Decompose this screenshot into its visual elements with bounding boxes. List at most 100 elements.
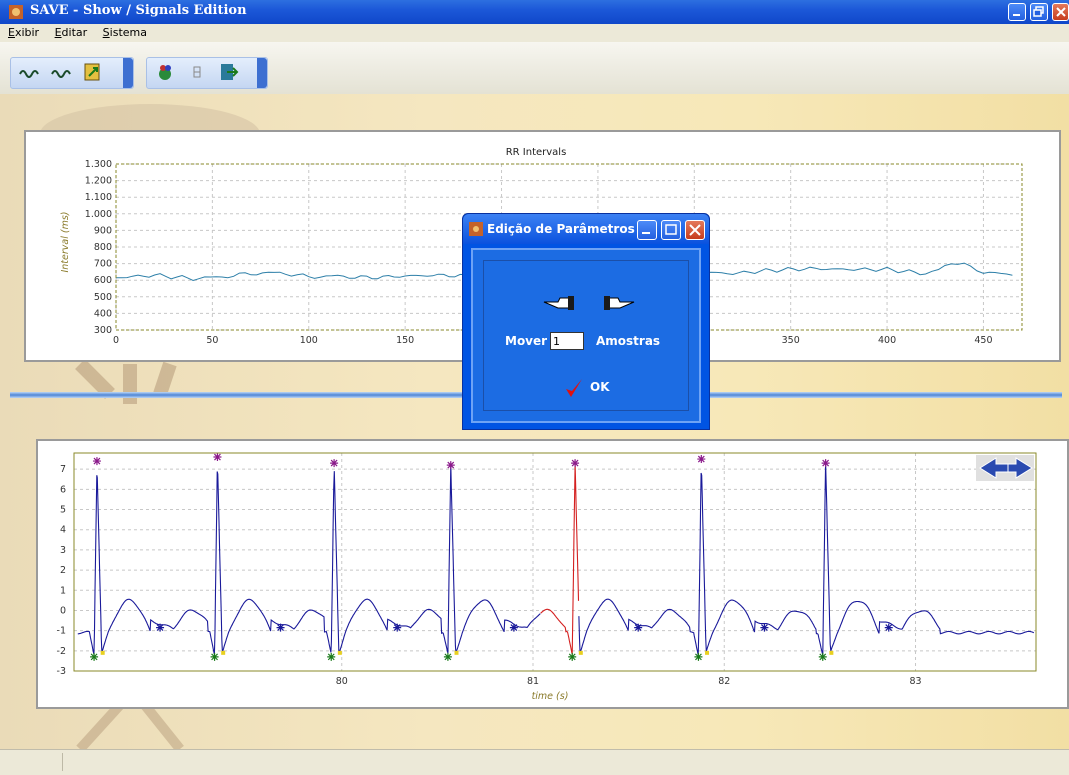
toolbar-group-2 <box>146 57 268 89</box>
ecg-x-tick-label: 80 <box>336 676 348 687</box>
exit-icon[interactable] <box>217 60 241 84</box>
r-peak-marker <box>697 455 706 464</box>
dialog-body: Mover Amostras OK <box>471 248 701 423</box>
ecg-x-tick-label: 82 <box>718 676 730 687</box>
menu-sistema[interactable]: Sistema <box>103 24 147 42</box>
signals-icon[interactable] <box>49 60 73 84</box>
rr-x-tick-label: 50 <box>206 335 218 346</box>
ecg-y-ticks: 7 6 5 4 3 2 1 0 -1 -2 -3 <box>57 464 66 677</box>
pause-icon[interactable] <box>185 60 209 84</box>
q-valley-marker-shape <box>327 652 336 661</box>
ecg-edited-segment <box>540 463 580 655</box>
ecg-y-tick-label: -2 <box>57 646 66 657</box>
q-valley-marker-shape <box>210 652 219 661</box>
rr-chart-title: RR Intervals <box>506 147 567 158</box>
parameter-edit-dialog: Edição de Parâmetros Mover Amostras <box>462 213 710 430</box>
s-point-marker <box>578 650 583 655</box>
ecg-markers <box>90 453 893 661</box>
ecg-y-tick-label: 5 <box>60 505 66 516</box>
ecg-signal-line <box>578 462 1035 656</box>
r-peak-marker <box>213 453 222 462</box>
t-end-marker <box>634 623 643 632</box>
t-end-marker-shape <box>393 623 402 632</box>
app-icon <box>9 5 23 19</box>
r-peak-marker-shape <box>330 459 339 468</box>
dialog-title: Edição de Parâmetros <box>487 222 635 236</box>
t-end-marker-shape <box>760 623 769 632</box>
ok-label: OK <box>590 380 610 394</box>
ecg-y-tick-label: 7 <box>60 464 66 475</box>
t-end-marker-shape <box>509 623 518 632</box>
close-button[interactable] <box>1052 3 1069 21</box>
rr-y-tick-label: 1.100 <box>85 192 112 203</box>
ecg-y-tick-label: 0 <box>60 605 66 616</box>
restore-icon <box>1033 6 1044 17</box>
rr-x-tick-label: 350 <box>782 335 800 346</box>
menu-exibir[interactable]: Exibir <box>8 24 39 42</box>
q-valley-marker-shape <box>694 652 703 661</box>
bug-icon[interactable] <box>153 60 177 84</box>
rr-y-tick-label: 900 <box>94 225 112 236</box>
toolbar <box>0 42 1069 94</box>
t-end-marker <box>156 623 165 632</box>
dialog-minimize-button[interactable] <box>637 220 657 240</box>
menu-editar[interactable]: Editar <box>55 24 88 42</box>
ecg-chart[interactable]: 7 6 5 4 3 2 1 0 -1 -2 -3 80 81 82 83 time (s) <box>38 441 1067 707</box>
ecg-y-tick-label: -1 <box>57 626 66 637</box>
r-peak-marker <box>446 461 455 470</box>
menubar: Exibir Editar Sistema <box>0 24 1069 42</box>
rr-x-tick-label: 400 <box>878 335 896 346</box>
s-point-marker <box>221 650 226 655</box>
move-samples-input[interactable] <box>550 332 584 350</box>
q-valley-marker <box>568 652 577 661</box>
q-valley-marker <box>210 652 219 661</box>
dialog-close-button[interactable] <box>685 220 705 240</box>
signals-icon[interactable] <box>17 60 41 84</box>
ok-button[interactable]: OK <box>564 377 624 401</box>
ecg-y-tick-label: 6 <box>60 484 66 495</box>
toolbar-group-1 <box>10 57 134 89</box>
close-icon <box>689 224 701 236</box>
rr-y-axis-label: Interval (ms) <box>60 211 71 272</box>
ecg-x-tick-label: 83 <box>909 676 921 687</box>
s-point-marker <box>100 650 105 655</box>
q-valley-marker <box>818 652 827 661</box>
ecg-x-ticks: 80 81 82 83 <box>336 676 922 687</box>
restore-button[interactable] <box>1030 3 1048 21</box>
t-end-marker-shape <box>276 623 285 632</box>
minimize-icon <box>1013 14 1020 16</box>
toolbar-dropdown[interactable] <box>123 58 133 88</box>
r-peak-marker <box>330 459 339 468</box>
r-peak-marker-shape <box>213 453 222 462</box>
dialog-titlebar[interactable]: Edição de Parâmetros <box>463 214 709 244</box>
export-icon[interactable] <box>81 60 105 84</box>
t-end-marker <box>760 623 769 632</box>
s-point-marker <box>705 650 710 655</box>
ecg-panel: 7 6 5 4 3 2 1 0 -1 -2 -3 80 81 82 83 time (s) <box>36 439 1069 709</box>
window-titlebar[interactable]: SAVE - Show / Signals Edition <box>0 0 1069 24</box>
pointing-left-hand-icon[interactable] <box>542 294 576 312</box>
s-point-marker <box>337 650 342 655</box>
s-point-marker <box>454 650 459 655</box>
maximize-icon <box>665 224 677 235</box>
minimize-button[interactable] <box>1008 3 1026 21</box>
pointing-right-hand-icon[interactable] <box>602 294 636 312</box>
toolbar-dropdown[interactable] <box>257 58 267 88</box>
q-valley-marker <box>443 652 452 661</box>
t-end-marker <box>393 623 402 632</box>
s-point-marker <box>829 650 834 655</box>
ecg-y-tick-label: -3 <box>57 666 66 677</box>
dialog-inner-frame: Mover Amostras OK <box>483 260 689 411</box>
close-icon <box>1055 7 1066 17</box>
r-peak-marker <box>821 459 830 468</box>
rr-x-tick-label: 100 <box>300 335 318 346</box>
q-valley-marker <box>327 652 336 661</box>
t-end-marker <box>509 623 518 632</box>
ecg-y-tick-label: 3 <box>60 545 66 556</box>
ecg-y-tick-label: 4 <box>60 525 66 536</box>
r-peak-marker-shape <box>92 457 101 466</box>
q-valley-marker <box>90 652 99 661</box>
rr-y-ticks: 1.300 1.200 1.100 1.000 900 800 700 600 500 400 30… <box>85 159 112 336</box>
t-end-marker <box>276 623 285 632</box>
dialog-maximize-button[interactable] <box>661 220 681 240</box>
